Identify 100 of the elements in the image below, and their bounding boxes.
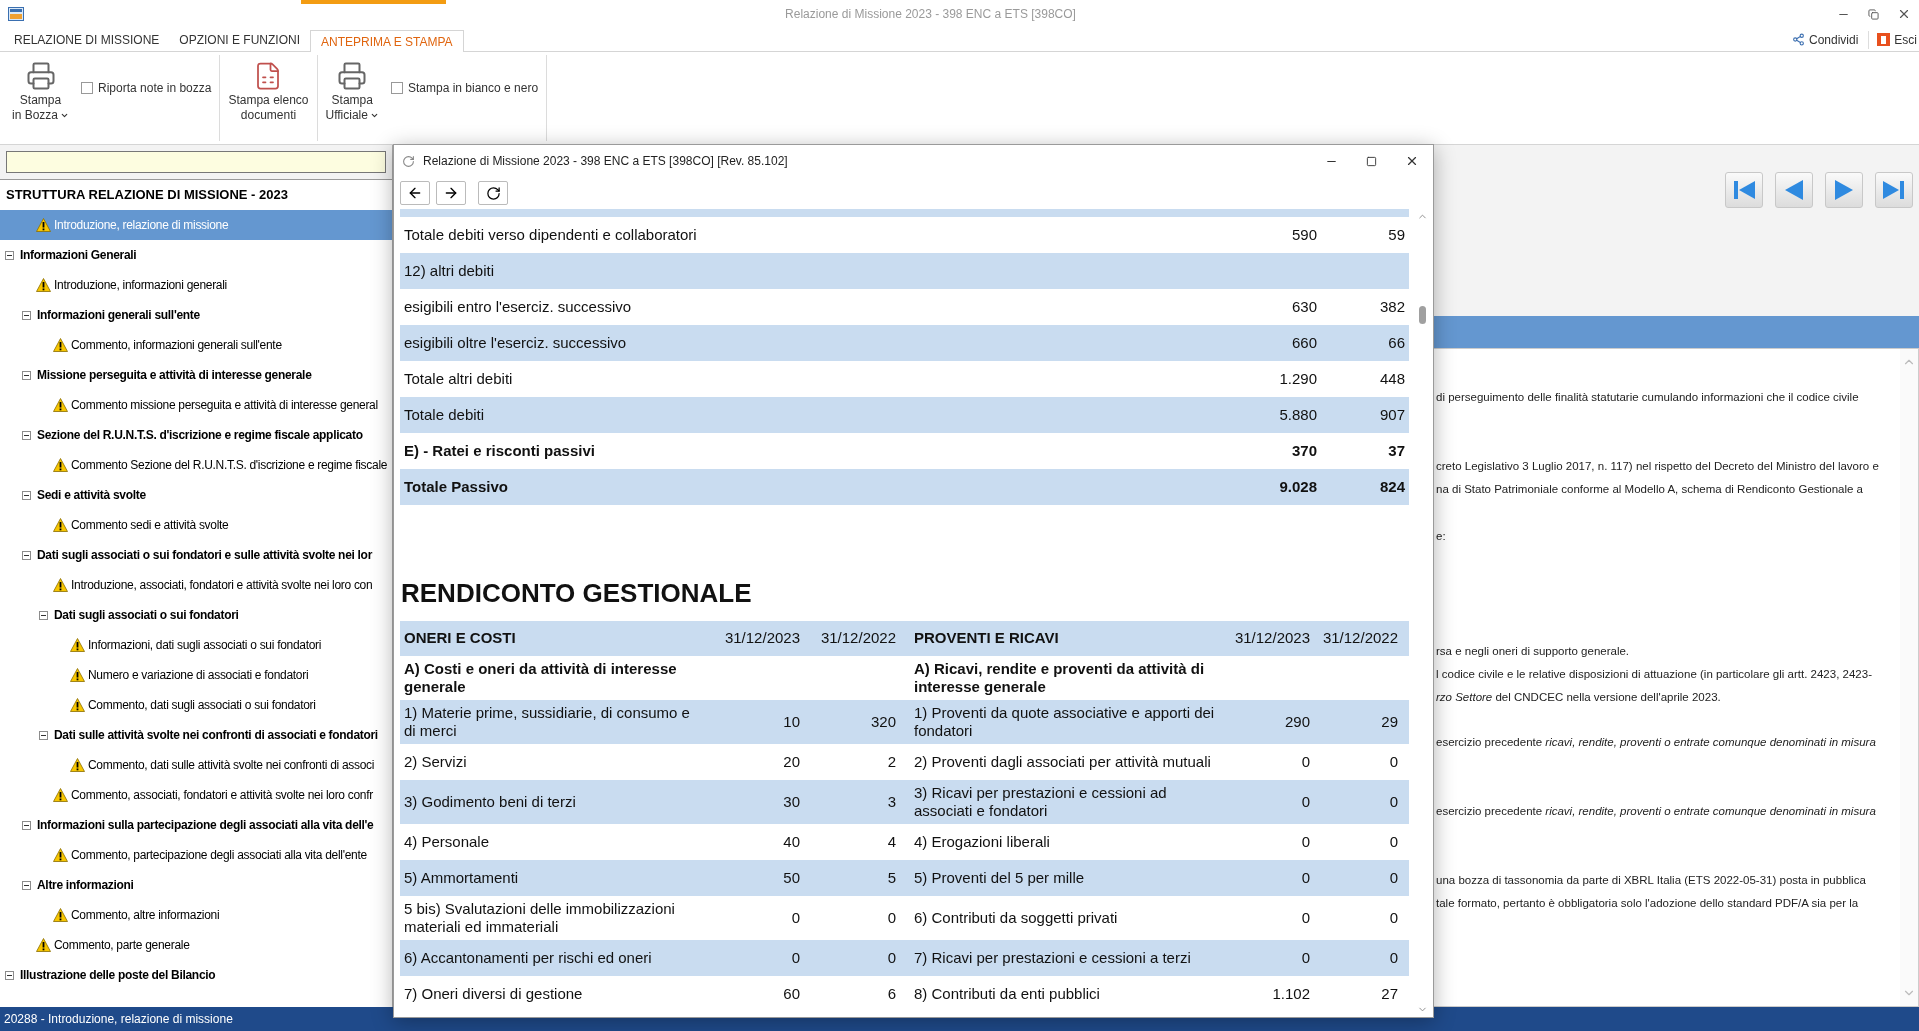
checkbox[interactable] — [81, 82, 94, 94]
table-cell-text: 37 — [1387, 440, 1406, 461]
first-page-button[interactable] — [1725, 172, 1763, 208]
back-button[interactable] — [400, 181, 430, 205]
exit-button[interactable]: Esci — [1868, 30, 1917, 49]
column-header: 31/12/2022 — [1321, 628, 1399, 649]
expander-icon[interactable] — [22, 370, 31, 380]
table-cell-text: 590 — [1290, 224, 1317, 245]
tree-folder[interactable]: Informazioni sulla partecipazione degli associati alla vita dell'e — [0, 810, 392, 840]
table-cell-text: 4 — [886, 833, 897, 851]
tree-folder[interactable]: Illustrazione delle poste del Bilancio — [0, 960, 392, 990]
folder-label: Illustrazione delle poste del Bilancio — [20, 967, 216, 984]
table-cell-text: 0 — [886, 949, 897, 967]
column-header: 31/12/2023 — [723, 628, 800, 649]
search-field[interactable] — [6, 151, 386, 173]
print-button[interactable]: Stampa in Bozza — [8, 55, 74, 123]
tree-item[interactable]: Commento, dati sulle attività svolte nei confronti di associ — [0, 750, 392, 780]
table-cell-text: 0 — [1300, 869, 1310, 887]
table-cell-text: 0 — [1300, 833, 1310, 851]
previous-page-button[interactable] — [1775, 172, 1813, 208]
document-text-line: esercizio precedente ricavi, rendite, proventi o entrate comunque denominati in misura — [1436, 804, 1877, 819]
table-cell-text: 630 — [1290, 296, 1317, 317]
close-icon[interactable] — [1405, 154, 1419, 168]
tree-folder[interactable]: Altre informazioni — [0, 870, 392, 900]
tree-item[interactable]: Commento sedi e attività svolte — [0, 510, 392, 540]
table-cell-text: 50 — [782, 869, 800, 887]
checkbox-option[interactable]: Riporta note in bozza — [77, 79, 216, 97]
print-list-button[interactable]: Stampa elenco documenti — [224, 55, 313, 123]
forward-button[interactable] — [436, 181, 466, 205]
expander-icon[interactable] — [22, 820, 31, 830]
tree-item[interactable]: Numero e variazione di associati e fondatori — [0, 660, 392, 690]
tree-item[interactable]: Introduzione, informazioni generali — [0, 270, 392, 300]
tree-folder[interactable]: Informazioni Generali — [0, 240, 392, 270]
expander-icon[interactable] — [22, 490, 31, 500]
tree-item[interactable]: Commento, informazioni generali sull'ente — [0, 330, 392, 360]
exit-icon — [1877, 33, 1891, 46]
tree-folder[interactable]: Sezione del R.U.N.T.S. d'iscrizione e regime fiscale applicato — [0, 420, 392, 450]
document-text-line: na di Stato Patrimoniale conforme al Modello A, schema di Rendiconto Gestionale a — [1436, 482, 1865, 497]
table-cell-text: esigibili entro l'eserciz. successivo — [403, 296, 633, 317]
tree-item[interactable]: Commento, dati sugli associati o sui fondatori — [0, 690, 392, 720]
item-label: Introduzione, relazione di missione — [54, 217, 229, 234]
table-cell-text: 382 — [1378, 296, 1406, 317]
table-cell-text: 0 — [1388, 909, 1399, 927]
restore-icon[interactable] — [1868, 8, 1879, 20]
tree-folder[interactable]: Dati sugli associati o sui fondatori — [0, 600, 392, 630]
tree-item[interactable]: Commento, associati, fondatori e attività svolte nei loro confr — [0, 780, 392, 810]
arrow-left-icon — [407, 185, 423, 201]
document-text-line: rzo Settore del CNDCEC nella versione dell'aprile 2023. — [1436, 690, 1722, 705]
app-icon — [8, 7, 24, 21]
table-cell-text: 6 — [886, 985, 897, 1003]
warning-icon — [53, 908, 68, 922]
tree-folder[interactable]: Sedi e attività svolte — [0, 480, 392, 510]
expander-icon[interactable] — [22, 430, 31, 440]
folder-label: Informazioni generali sull'ente — [37, 307, 200, 324]
expander-icon[interactable] — [22, 880, 31, 890]
tree-item[interactable]: Commento missione perseguita e attività di interesse general — [0, 390, 392, 420]
table-cell-text: 370 — [1290, 440, 1317, 461]
tree-folder[interactable]: Dati sulle attività svolte nei confronti di associati e fondatori — [0, 720, 392, 750]
warning-icon — [53, 518, 68, 532]
table-cell-text: 5.880 — [1278, 404, 1317, 425]
ribbon-tab[interactable]: RELAZIONE DI MISSIONE — [4, 29, 170, 51]
tree-folder[interactable]: Informazioni generali sull'ente — [0, 300, 392, 330]
tree-item[interactable]: Informazioni, dati sugli associati o sui fondatori — [0, 630, 392, 660]
share-button[interactable]: Condividi — [1791, 30, 1859, 49]
checkbox[interactable] — [390, 82, 403, 94]
expander-icon[interactable] — [22, 310, 31, 320]
scroll-thumb[interactable] — [1418, 306, 1426, 324]
tree-folder[interactable]: Missione perseguita e attività di interesse generale — [0, 360, 392, 390]
print-button[interactable]: Stampa Ufficiale — [321, 55, 383, 123]
folder-label: Dati sugli associati o sui fondatori e sulle attività svolte nei lor — [37, 547, 373, 564]
close-icon[interactable] — [1897, 7, 1911, 21]
last-page-button[interactable] — [1875, 172, 1913, 208]
folder-label: Informazioni sulla partecipazione degli associati alla vita dell'e — [37, 817, 374, 834]
table-cell-text: 660 — [1290, 332, 1317, 353]
table-cell-text: 0 — [1388, 793, 1399, 811]
expander-icon[interactable] — [39, 730, 48, 740]
folder-label: Informazioni Generali — [20, 247, 137, 264]
table-cell-text: 0 — [1300, 793, 1310, 811]
refresh-button[interactable] — [478, 181, 508, 205]
warning-icon — [70, 638, 85, 652]
table-cell-text: 2 — [886, 753, 897, 771]
tree-item[interactable]: Commento, partecipazione degli associati alla vita dell'ente — [0, 840, 392, 870]
expander-icon[interactable] — [39, 610, 48, 620]
tree-item[interactable]: Commento Sezione del R.U.N.T.S. d'iscrizione e regime fiscale — [0, 450, 392, 480]
maximize-icon[interactable] — [1366, 155, 1377, 167]
tree-folder[interactable]: Dati sugli associati o sui fondatori e sulle attività svolte nei lor — [0, 540, 392, 570]
expander-icon[interactable] — [22, 550, 31, 560]
folder-label: Missione perseguita e attività di interesse generale — [37, 367, 312, 384]
table-cell-text: 1.102 — [1271, 985, 1310, 1003]
table-cell-text: 3 — [886, 793, 897, 811]
table-cell-text: 10 — [782, 713, 800, 731]
tree-item[interactable]: Commento, parte generale — [0, 930, 392, 960]
next-page-button[interactable] — [1825, 172, 1863, 208]
tree-item[interactable]: Introduzione, associati, fondatori e attività svolte nei loro con — [0, 570, 392, 600]
ribbon-tab[interactable]: OPZIONI E FUNZIONI — [169, 29, 311, 51]
tree-item[interactable]: Commento, altre informazioni — [0, 900, 392, 930]
expander-icon[interactable] — [5, 250, 14, 260]
checkbox-option[interactable]: Stampa in bianco e nero — [386, 79, 543, 97]
app-icon — [402, 154, 415, 168]
expander-icon[interactable] — [5, 970, 14, 980]
